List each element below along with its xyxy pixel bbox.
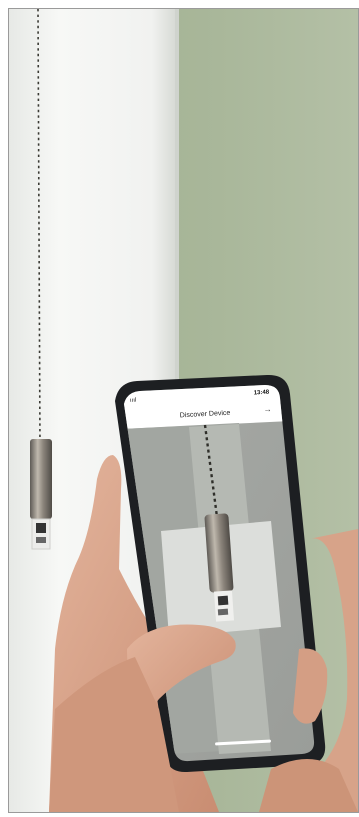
chain-weight: [30, 439, 52, 550]
status-time: 13:48: [254, 390, 270, 397]
scene: ıııl 13:48 Discover Device →: [9, 9, 358, 812]
status-icons: ıııl: [130, 398, 137, 404]
photo-frame: ıııl 13:48 Discover Device →: [8, 8, 359, 813]
arrow-right-icon[interactable]: →: [263, 405, 271, 414]
